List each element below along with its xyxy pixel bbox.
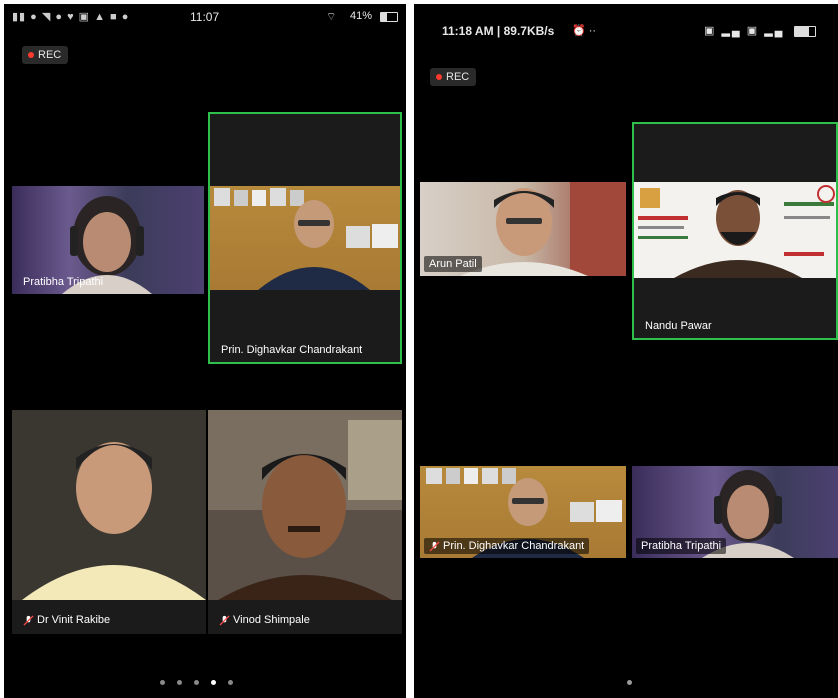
- video-tile[interactable]: Arun Patil: [420, 182, 626, 276]
- video-tile[interactable]: Pratibha Tripathi: [632, 466, 838, 558]
- participant-name-tag: Vinod Shimpale: [214, 612, 315, 628]
- status-bar: ▮▮ ● ◥ ● ♥ ▣ ▲ ■ ● 11:07 ⌔ 41%: [4, 4, 406, 30]
- participant-name-tag: Nandu Pawar: [640, 318, 717, 334]
- video-tile-active-speaker[interactable]: Prin. Dighavkar Chandrakant: [208, 112, 402, 364]
- participant-name: Vinod Shimpale: [233, 614, 310, 626]
- video-tile[interactable]: Dr Vinit Rakibe: [12, 410, 206, 634]
- participant-name: Pratibha Tripathi: [23, 276, 104, 288]
- video-feed: [634, 182, 836, 278]
- participant-name-tag: Prin. Dighavkar Chandrakant: [216, 342, 367, 358]
- participant-video-image: [12, 410, 206, 600]
- page-dot[interactable]: [228, 680, 233, 685]
- page-dot[interactable]: [177, 680, 182, 685]
- participant-video-image: [634, 182, 836, 278]
- participant-name-tag: Prin. Dighavkar Chandrakant: [424, 538, 590, 554]
- participant-name: Pratibha Tripathi: [641, 540, 722, 552]
- video-feed: [210, 186, 400, 290]
- rec-label: REC: [446, 71, 470, 83]
- alarm-icon: ⏰ ··: [572, 25, 597, 37]
- participant-name-tag: Pratibha Tripathi: [636, 538, 727, 554]
- phone-screen-right: 11:18 AM | 89.7KB/s ⏰ ·· ▣ ▂▄ ▣ ▂▄ REC A…: [414, 4, 838, 698]
- battery-icon: [380, 12, 398, 22]
- participant-name-tag: Arun Patil: [424, 256, 482, 272]
- battery-percent: 41%: [350, 10, 373, 22]
- participant-name: Prin. Dighavkar Chandrakant: [221, 344, 363, 356]
- wifi-icon: ⌔: [326, 11, 337, 23]
- video-tile[interactable]: Pratibha Tripathi: [12, 186, 204, 294]
- video-tile-active-speaker[interactable]: Nandu Pawar: [632, 122, 838, 340]
- participant-video-image: [208, 410, 402, 600]
- page-dot[interactable]: [194, 680, 199, 685]
- mic-muted-icon: [429, 540, 440, 552]
- recording-indicator[interactable]: REC: [22, 46, 69, 64]
- phone-screen-left: ▮▮ ● ◥ ● ♥ ▣ ▲ ■ ● 11:07 ⌔ 41% REC Prati…: [4, 4, 406, 698]
- participant-name: Prin. Dighavkar Chandrakant: [443, 540, 585, 552]
- video-tile[interactable]: Vinod Shimpale: [208, 410, 402, 634]
- participant-video-image: [214, 188, 398, 290]
- status-time-speed: 11:18 AM | 89.7KB/s: [442, 24, 555, 38]
- participant-name: Arun Patil: [429, 258, 477, 270]
- page-dot[interactable]: [627, 680, 632, 685]
- video-feed: [208, 410, 402, 600]
- rec-dot-icon: [28, 52, 34, 58]
- rec-dot-icon: [436, 74, 442, 80]
- status-time: 11:07: [190, 10, 220, 24]
- participant-name-tag: Dr Vinit Rakibe: [18, 612, 115, 628]
- page-dot-active[interactable]: [211, 680, 216, 685]
- signal-icons: ▣ ▂▄ ▣ ▂▄: [704, 25, 785, 37]
- video-tile[interactable]: Prin. Dighavkar Chandrakant: [420, 466, 626, 558]
- status-icons: ▮▮ ● ◥ ● ♥ ▣ ▲ ■ ●: [12, 11, 130, 23]
- participant-name-tag: Pratibha Tripathi: [18, 274, 108, 290]
- page-dot[interactable]: [160, 680, 165, 685]
- page-indicator[interactable]: [160, 680, 233, 685]
- mic-muted-icon: [23, 614, 34, 626]
- rec-label: REC: [38, 49, 62, 61]
- recording-indicator[interactable]: REC: [430, 68, 477, 86]
- page-indicator[interactable]: [627, 680, 632, 685]
- video-feed: [12, 410, 206, 600]
- battery-icon: [794, 26, 816, 37]
- mic-muted-icon: [219, 614, 230, 626]
- status-bar: 11:18 AM | 89.7KB/s ⏰ ·· ▣ ▂▄ ▣ ▂▄: [414, 4, 838, 44]
- participant-name: Dr Vinit Rakibe: [37, 614, 111, 626]
- participant-name: Nandu Pawar: [645, 320, 712, 332]
